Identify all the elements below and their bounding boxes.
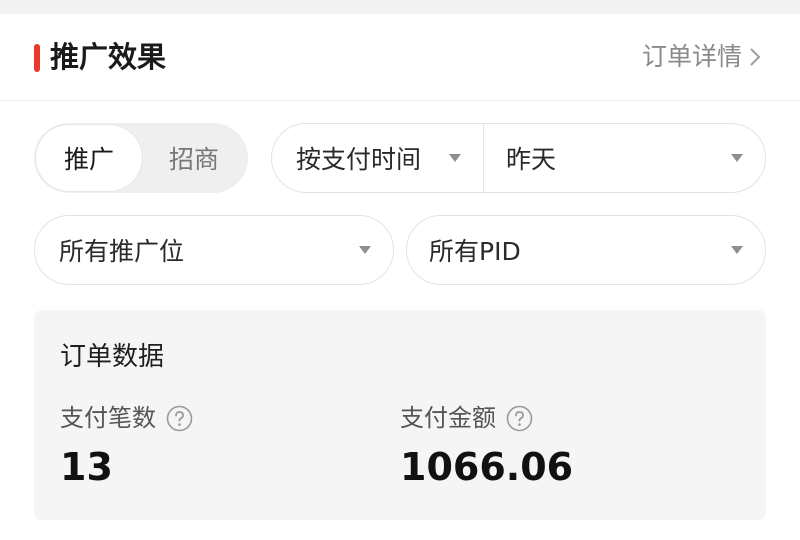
- caret-down-icon: [731, 246, 743, 254]
- metric-label-paid-count: 支付笔数: [60, 402, 193, 434]
- caret-down-icon: [731, 154, 743, 162]
- sort-by-dropdown[interactable]: 按支付时间: [272, 124, 484, 192]
- promo-position-dropdown[interactable]: 所有推广位: [34, 215, 394, 285]
- order-details-label: 订单详情: [641, 42, 742, 71]
- header-accent-bar: [34, 44, 40, 72]
- date-range-label: 昨天: [506, 145, 557, 174]
- paid-amount-value: 1066.06: [400, 445, 574, 489]
- paid-amount-label: 支付金额: [400, 404, 496, 432]
- top-spacer: [0, 0, 800, 14]
- section-title: 推广效果: [50, 40, 167, 74]
- pid-label: 所有PID: [429, 237, 521, 266]
- sort-by-label: 按支付时间: [296, 145, 422, 174]
- metric-label-paid-amount: 支付金额: [400, 402, 533, 434]
- order-data-title: 订单数据: [60, 342, 165, 372]
- bottom-spacer: [0, 530, 800, 540]
- promo-type-segmented-control: 推广 招商: [34, 123, 248, 193]
- promo-position-label: 所有推广位: [59, 237, 185, 266]
- chevron-right-icon: [744, 39, 766, 75]
- paid-count-label: 支付笔数: [60, 404, 156, 432]
- section-header: 推广效果 订单详情: [0, 14, 800, 101]
- pid-dropdown[interactable]: 所有PID: [406, 215, 766, 285]
- paid-count-value: 13: [60, 445, 113, 489]
- caret-down-icon: [359, 246, 371, 254]
- caret-down-icon: [449, 154, 461, 162]
- segment-option-merchant[interactable]: 招商: [142, 125, 246, 191]
- segment-option-promotion[interactable]: 推广: [36, 125, 142, 191]
- order-details-link[interactable]: 订单详情: [642, 39, 766, 75]
- question-circle-icon[interactable]: [166, 405, 193, 432]
- sort-date-filter: 按支付时间 昨天: [271, 123, 766, 193]
- question-circle-icon[interactable]: [506, 405, 533, 432]
- order-data-card: 订单数据 支付笔数 13 支付金额 1066.06: [34, 310, 766, 520]
- date-range-dropdown[interactable]: 昨天: [484, 124, 765, 192]
